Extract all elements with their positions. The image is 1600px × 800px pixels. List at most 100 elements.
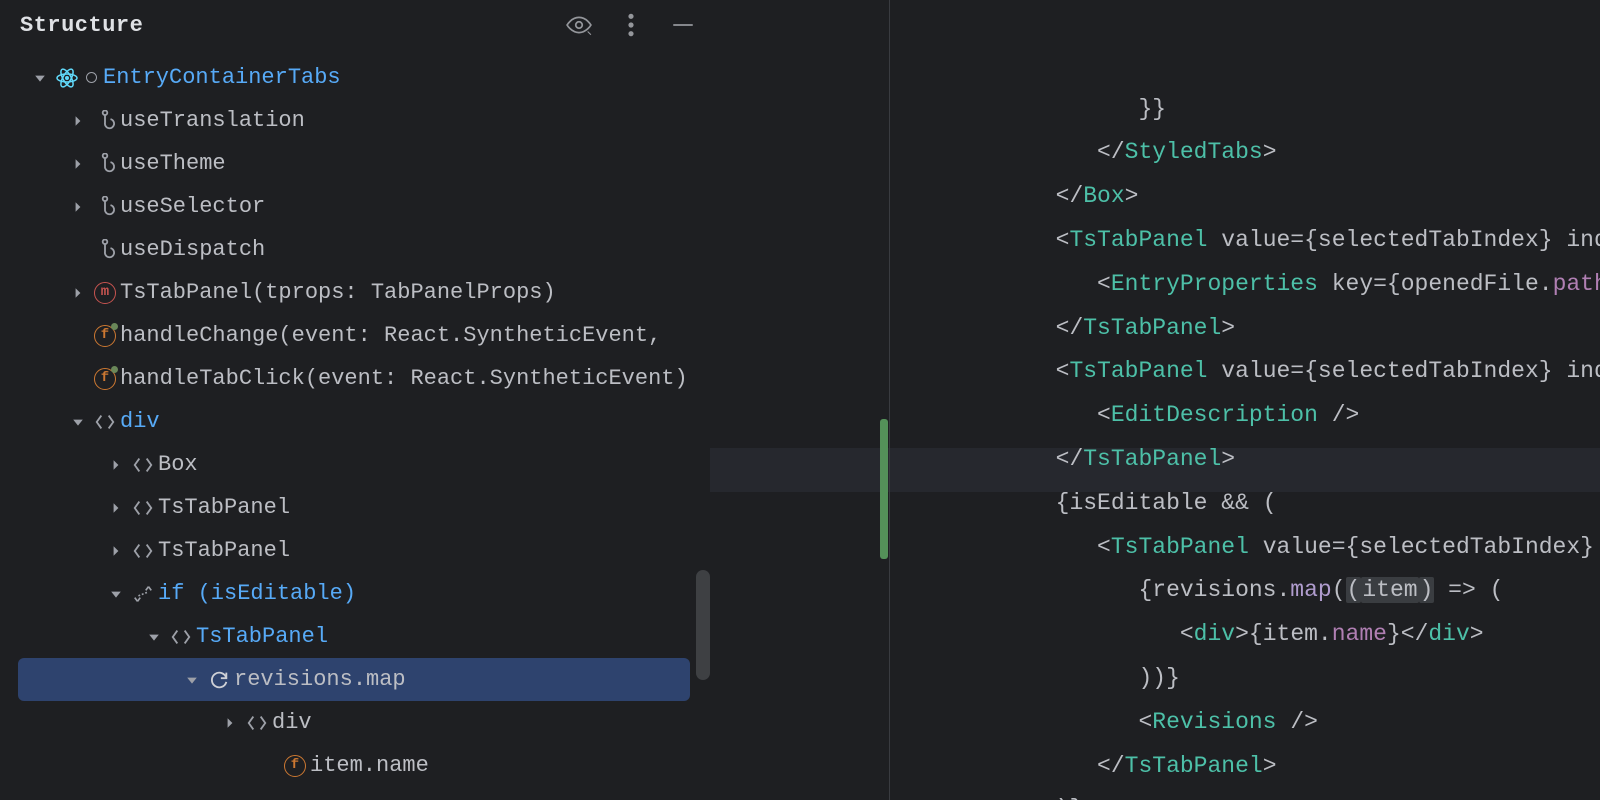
code-token: > [1221,446,1235,472]
code-token: } [1580,534,1594,560]
code-line[interactable]: }} [890,88,1600,132]
hook-icon [90,110,120,132]
code-token: < [1097,402,1111,428]
code-line[interactable]: <EditDescription /> [890,394,1600,438]
tree-row[interactable]: revisions.map [18,658,690,701]
code-token: => [1434,577,1489,603]
editor-panel[interactable]: }} </StyledTabs> </Box> <TsTabPanel valu… [710,0,1600,800]
code-line[interactable]: <div>{item.name}</div> [890,613,1600,657]
code-token: item. [1263,621,1332,647]
more-icon[interactable] [618,12,644,38]
code-line[interactable]: <Revisions /> [890,701,1600,745]
chevron-right-icon[interactable] [104,459,128,471]
tree-node-label: useTranslation [120,108,305,133]
code-token: } [1069,796,1083,800]
code-token [1318,402,1332,428]
code-token: ) [1419,577,1435,603]
chevron-down-icon[interactable] [180,674,204,686]
code-token [1277,709,1291,735]
chevron-right-icon[interactable] [104,502,128,514]
chevron-right-icon[interactable] [66,115,90,127]
tree-row[interactable]: EntryContainerTabs [0,56,710,99]
code-line[interactable]: </StyledTabs> [890,131,1600,175]
conditional-icon [128,583,158,605]
tree-row[interactable]: div [0,701,710,744]
minimize-icon[interactable] [670,12,696,38]
chevron-down-icon[interactable] [142,631,166,643]
chevron-right-icon[interactable] [104,545,128,557]
code-token: Box [1083,183,1124,209]
visibility-icon[interactable] [566,12,592,38]
function-icon: f [90,325,120,347]
code-token: TsTabPanel [1083,315,1221,341]
tree-node-label: EntryContainerTabs [103,65,341,90]
code-line[interactable]: <TsTabPanel value={selectedTabIndex} ind… [890,526,1600,570]
tree-row[interactable]: fhandleChange(event: React.SyntheticEven… [0,314,710,357]
tree-row[interactable]: TsTabPanel [0,615,710,658]
code-area[interactable]: }} </StyledTabs> </Box> <TsTabPanel valu… [890,0,1600,800]
tree-row[interactable]: Box [0,443,710,486]
code-token: item [1361,577,1418,603]
code-token: TsTabPanel [1069,227,1207,253]
code-line[interactable]: <EntryProperties key={openedFile.path} t… [890,263,1600,307]
tree-row[interactable]: useTheme [0,142,710,185]
code-line[interactable]: {revisions.map((item) => ( [890,569,1600,613]
chevron-down-icon[interactable] [28,72,52,84]
tree-row[interactable]: TsTabPanel [0,529,710,572]
element-icon [128,497,158,519]
tree-node-label: useDispatch [120,237,265,262]
chevron-right-icon[interactable] [66,201,90,213]
tree-node-label: div [120,409,160,434]
tree-row[interactable]: fhandleTabClick(event: React.SyntheticEv… [0,357,710,400]
code-token: value= [1207,358,1304,384]
chevron-right-icon[interactable] [66,158,90,170]
chevron-down-icon[interactable] [66,416,90,428]
code-token: isEditable && [1069,490,1262,516]
code-line[interactable]: </TsTabPanel> [890,307,1600,351]
code-line[interactable]: ))} [890,657,1600,701]
tree-row[interactable]: mTsTabPanel(tprops: TabPanelProps) [0,271,710,314]
code-token: } [1539,358,1553,384]
code-token: } [1539,227,1553,253]
tree-node-label: Box [158,452,198,477]
code-line[interactable]: {isEditable && ( [890,482,1600,526]
code-token: div [1428,621,1469,647]
tree-row[interactable]: div [0,400,710,443]
chevron-right-icon[interactable] [218,717,242,729]
code-line[interactable]: )} [890,788,1600,800]
tree-row[interactable]: useDispatch [0,228,710,271]
code-line[interactable]: </TsTabPanel> [890,745,1600,789]
code-token: EditDescription [1111,402,1318,428]
tree-node-label: item.name [310,753,429,778]
code-token: ( [1263,490,1277,516]
code-token: { [1346,534,1360,560]
code-token: { [1249,621,1263,647]
element-icon [90,411,120,433]
code-token: > [1263,753,1277,779]
code-token: index= [1553,227,1600,253]
code-line[interactable]: <TsTabPanel value={selectedTabIndex} ind… [890,350,1600,394]
code-token: </ [1056,183,1084,209]
code-line[interactable]: <TsTabPanel value={selectedTabIndex} ind… [890,219,1600,263]
tree-row[interactable]: useSelector [0,185,710,228]
hook-icon [90,239,120,261]
code-line[interactable]: </TsTabPanel> [890,438,1600,482]
scrollbar[interactable] [696,570,710,680]
tree-row[interactable]: TsTabPanel [0,486,710,529]
code-token: )) [1138,665,1166,691]
panel-title: Structure [20,13,143,38]
tree-row[interactable]: fitem.name [0,744,710,787]
code-line[interactable]: </Box> [890,175,1600,219]
chevron-right-icon[interactable] [66,287,90,299]
code-token: </ [1097,753,1125,779]
code-token: }} [1138,96,1166,122]
code-token: > [1470,621,1484,647]
structure-tree[interactable]: EntryContainerTabs useTranslation useTheme… [0,50,710,800]
tree-row[interactable]: useTranslation [0,99,710,142]
code-token: { [1304,227,1318,253]
tree-row[interactable]: if (isEditable) [0,572,710,615]
editor-gutter [710,0,890,800]
code-token: < [1138,709,1152,735]
code-token: < [1180,621,1194,647]
chevron-down-icon[interactable] [104,588,128,600]
